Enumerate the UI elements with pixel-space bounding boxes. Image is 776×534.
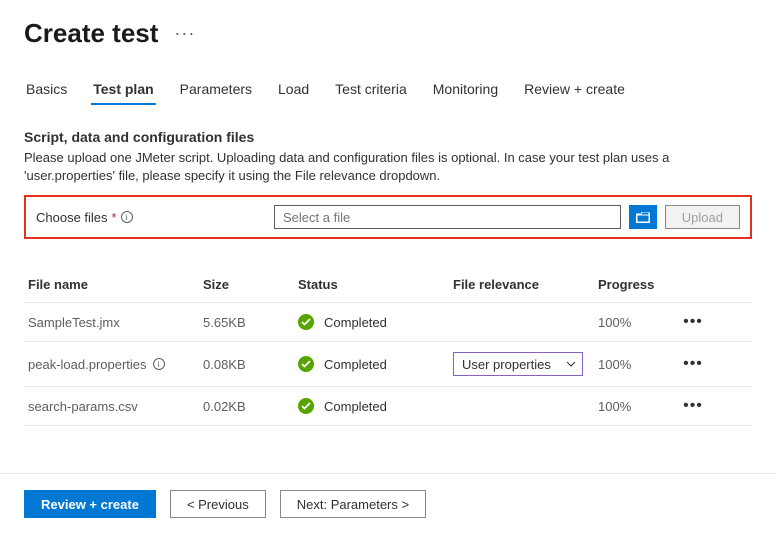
status-text: Completed xyxy=(324,315,387,330)
choose-files-text: Choose files xyxy=(36,210,108,225)
row-more-icon[interactable]: ••• xyxy=(678,313,708,331)
file-select-input[interactable] xyxy=(274,205,621,229)
file-name-cell: peak-load.properties i xyxy=(28,357,203,372)
col-status: Status xyxy=(298,277,453,292)
tab-load[interactable]: Load xyxy=(276,77,311,105)
tab-test-criteria[interactable]: Test criteria xyxy=(333,77,409,105)
tab-parameters[interactable]: Parameters xyxy=(178,77,254,105)
tab-review-create[interactable]: Review + create xyxy=(522,77,627,105)
file-progress: 100% xyxy=(598,399,678,414)
row-more-icon[interactable]: ••• xyxy=(678,355,708,373)
file-name-cell: search-params.csv xyxy=(28,399,203,414)
file-name-cell: SampleTest.jmx xyxy=(28,315,203,330)
file-size: 0.02KB xyxy=(203,399,298,414)
table-row: search-params.csv 0.02KB Completed 100%••• xyxy=(24,386,752,426)
section-title: Script, data and configuration files xyxy=(24,129,752,145)
section-description: Please upload one JMeter script. Uploadi… xyxy=(24,149,752,185)
check-icon xyxy=(298,398,314,414)
file-status: Completed xyxy=(298,398,453,414)
relevance-value: User properties xyxy=(462,357,551,372)
file-relevance-cell: User properties xyxy=(453,352,598,376)
more-icon[interactable]: ··· xyxy=(174,23,195,44)
check-icon xyxy=(298,356,314,372)
file-name: search-params.csv xyxy=(28,399,138,414)
col-progress: Progress xyxy=(598,277,678,292)
status-text: Completed xyxy=(324,399,387,414)
previous-button[interactable]: < Previous xyxy=(170,490,266,518)
status-text: Completed xyxy=(324,357,387,372)
file-table: File name Size Status File relevance Pro… xyxy=(24,267,752,426)
table-row: SampleTest.jmx 5.65KB Completed 100%••• xyxy=(24,302,752,341)
file-name: peak-load.properties xyxy=(28,357,147,372)
row-more-icon[interactable]: ••• xyxy=(678,397,708,415)
next-button[interactable]: Next: Parameters > xyxy=(280,490,426,518)
tab-test-plan[interactable]: Test plan xyxy=(91,77,155,105)
folder-icon xyxy=(636,212,650,223)
tab-basics[interactable]: Basics xyxy=(24,77,69,105)
footer: Review + create < Previous Next: Paramet… xyxy=(0,473,776,534)
file-size: 0.08KB xyxy=(203,357,298,372)
info-icon[interactable]: i xyxy=(121,211,133,223)
file-name: SampleTest.jmx xyxy=(28,315,120,330)
tabs: Basics Test plan Parameters Load Test criter… xyxy=(24,77,752,105)
review-create-button[interactable]: Review + create xyxy=(24,490,156,518)
file-status: Completed xyxy=(298,314,453,330)
browse-button[interactable] xyxy=(629,205,657,229)
upload-button: Upload xyxy=(665,205,740,229)
table-row: peak-load.properties i 0.08KB Completed User… xyxy=(24,341,752,386)
col-relevance: File relevance xyxy=(453,277,598,292)
col-size: Size xyxy=(203,277,298,292)
file-status: Completed xyxy=(298,356,453,372)
page-title: Create test xyxy=(24,18,158,49)
check-icon xyxy=(298,314,314,330)
tab-monitoring[interactable]: Monitoring xyxy=(431,77,500,105)
file-progress: 100% xyxy=(598,357,678,372)
table-header: File name Size Status File relevance Pro… xyxy=(24,267,752,302)
choose-files-label: Choose files * i xyxy=(36,210,266,225)
col-name: File name xyxy=(28,277,203,292)
required-star: * xyxy=(112,210,117,225)
file-chooser-row: Choose files * i Upload xyxy=(24,195,752,239)
file-size: 5.65KB xyxy=(203,315,298,330)
file-progress: 100% xyxy=(598,315,678,330)
file-relevance-dropdown[interactable]: User properties xyxy=(453,352,583,376)
chevron-down-icon xyxy=(566,361,576,367)
info-icon[interactable]: i xyxy=(153,358,165,370)
